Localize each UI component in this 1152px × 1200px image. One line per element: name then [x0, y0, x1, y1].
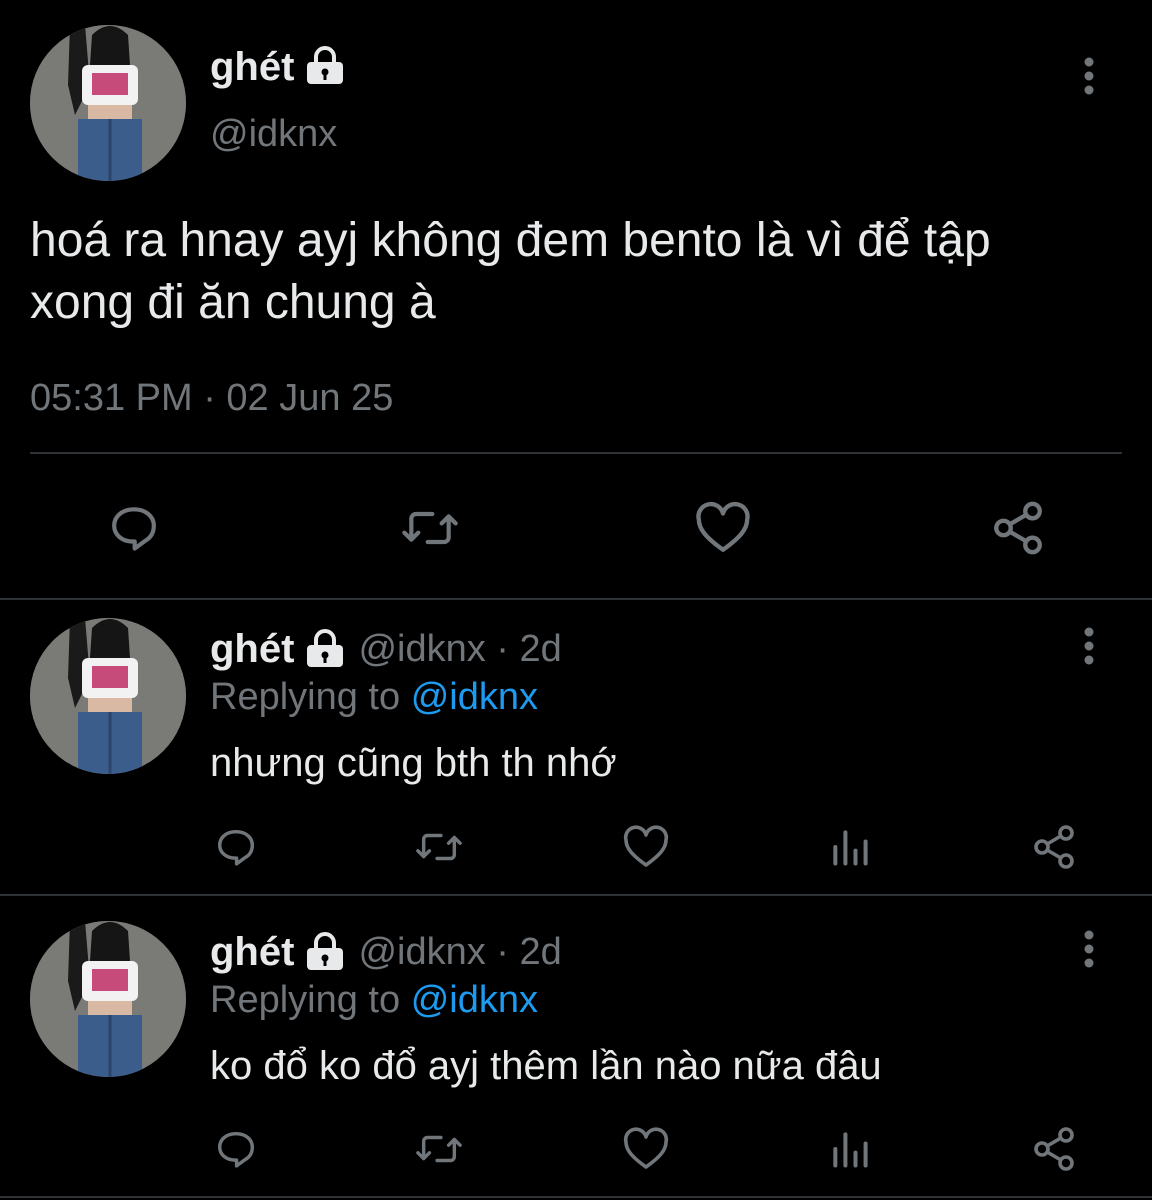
more-options-icon[interactable]	[1076, 929, 1102, 969]
reply-text: nhưng cũng bth th nhớ	[210, 741, 617, 785]
divider	[30, 452, 1122, 454]
tweet-text: hoá ra hnay ayj không đem bento là vì để…	[30, 210, 991, 334]
views-button[interactable]	[826, 1124, 874, 1174]
lock-icon	[304, 46, 346, 86]
retweet-button[interactable]	[394, 496, 466, 560]
like-button[interactable]	[620, 822, 672, 872]
share-icon	[994, 501, 1042, 555]
reply-icon	[217, 1131, 255, 1168]
display-name[interactable]: ghét	[210, 44, 294, 90]
share-button[interactable]	[1028, 822, 1080, 872]
views-icon	[833, 1132, 868, 1168]
retweet-icon	[416, 1135, 462, 1163]
reply-button[interactable]	[210, 1124, 262, 1174]
avatar[interactable]	[30, 618, 186, 774]
like-icon	[623, 825, 669, 867]
share-button[interactable]	[1028, 1124, 1080, 1174]
timestamp[interactable]: 05:31 PM · 02 Jun 25	[30, 376, 393, 420]
tweet-text-line: hoá ra hnay ayj không đem bento là vì để…	[30, 214, 991, 267]
avatar[interactable]	[30, 25, 186, 181]
like-icon	[623, 1127, 669, 1169]
views-button[interactable]	[826, 822, 874, 872]
reply-header: ghét @idknx · 2d	[210, 626, 562, 672]
retweet-button[interactable]	[410, 1124, 468, 1174]
more-options-icon[interactable]	[1076, 56, 1102, 96]
lock-icon	[304, 629, 346, 669]
display-name[interactable]: ghét	[210, 627, 294, 672]
replying-to-label: Replying to	[210, 979, 401, 1021]
share-button[interactable]	[986, 496, 1050, 560]
tweet-text-line: xong đi ăn chung à	[30, 276, 436, 329]
views-icon	[833, 830, 868, 866]
replying-to-handle[interactable]: @idknx	[411, 979, 538, 1021]
like-button[interactable]	[620, 1124, 672, 1174]
like-button[interactable]	[690, 496, 756, 560]
share-icon	[1034, 825, 1074, 869]
retweet-icon	[416, 833, 462, 861]
replying-to-label: Replying to	[210, 676, 401, 718]
reply-button[interactable]	[210, 822, 262, 872]
reply-text: ko đổ ko đổ ayj thêm lần nào nữa đâu	[210, 1044, 882, 1088]
retweet-icon	[402, 511, 458, 545]
replying-to-handle[interactable]: @idknx	[411, 676, 538, 718]
retweet-button[interactable]	[410, 822, 468, 872]
reply-button[interactable]	[100, 496, 168, 560]
replying-to: Replying to @idknx	[210, 674, 538, 720]
reply-icon	[217, 829, 255, 866]
divider	[0, 598, 1152, 600]
handle[interactable]: @idknx	[210, 112, 337, 156]
divider	[0, 894, 1152, 896]
share-icon	[1034, 1127, 1074, 1171]
replying-to: Replying to @idknx	[210, 977, 538, 1023]
divider	[0, 1196, 1152, 1198]
like-icon	[696, 501, 750, 552]
handle-time[interactable]: @idknx · 2d	[358, 628, 561, 671]
lock-icon	[304, 932, 346, 972]
handle-time[interactable]: @idknx · 2d	[358, 931, 561, 974]
reply-icon	[112, 507, 156, 551]
more-options-icon[interactable]	[1076, 626, 1102, 666]
display-name[interactable]: ghét	[210, 930, 294, 975]
reply-header: ghét @idknx · 2d	[210, 929, 562, 975]
avatar[interactable]	[30, 921, 186, 1077]
